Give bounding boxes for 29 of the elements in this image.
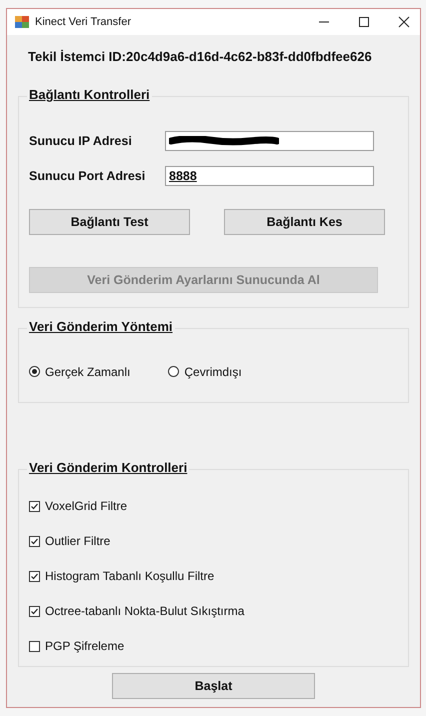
checkbox-label: PGP Şifreleme <box>45 639 124 653</box>
checkbox[interactable] <box>29 500 40 512</box>
app-icon <box>15 16 29 28</box>
radio-label: Gerçek Zamanlı <box>45 364 130 378</box>
checkbox-label: Histogram Tabanlı Koşullu Filtre <box>45 569 214 583</box>
connection-button[interactable]: Bağlantı Test <box>29 209 190 235</box>
close-icon[interactable] <box>398 16 410 28</box>
radio-button[interactable] <box>29 366 40 377</box>
checkbox[interactable] <box>29 606 40 616</box>
group-title: Bağlantı Kontrolleri <box>27 87 152 102</box>
connection-button[interactable]: Bağlantı Kes <box>224 209 385 235</box>
input-field[interactable] <box>165 131 374 151</box>
field-label: Sunucu Port Adresi <box>29 169 146 183</box>
client-id-label: Tekil İstemci ID:20c4d9a6-d16d-4c62-b83f-dd0fbdfee626 <box>28 49 373 64</box>
checkbox-label: Octree-tabanlı Nokta-Bulut Sıkıştırma <box>45 604 244 618</box>
maximize-icon[interactable] <box>358 16 370 28</box>
checkbox-label: VoxelGrid Filtre <box>45 499 128 513</box>
group-title: Veri Gönderim Kontrolleri <box>27 460 190 475</box>
checkbox-label: Outlier Filtre <box>45 534 110 548</box>
field-label: Sunucu IP Adresi <box>29 134 133 148</box>
checkbox[interactable] <box>29 536 40 546</box>
window-title: Kinect Veri Transfer <box>35 16 131 28</box>
radio-label: Çevrimdışı <box>184 364 242 378</box>
checkbox[interactable] <box>29 640 40 652</box>
radio-button[interactable] <box>168 366 180 377</box>
input-field[interactable]: 8888 <box>165 166 374 186</box>
checkbox[interactable] <box>29 570 40 582</box>
group-title: Veri Gönderim Yöntemi <box>27 319 175 334</box>
start-button[interactable]: Başlat <box>112 673 315 699</box>
